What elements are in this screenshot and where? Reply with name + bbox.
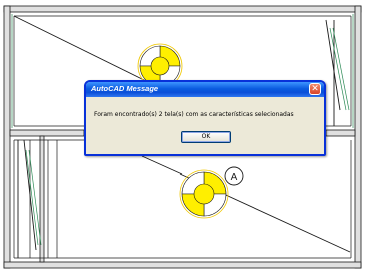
ok-button[interactable]: OK — [181, 131, 231, 143]
dialog-message: Foram encontrado(s) 2 tela(s) com as car… — [94, 111, 294, 118]
dialog-title: AutoCAD Message — [91, 84, 159, 93]
elevation-symbol-bottom — [179, 169, 229, 219]
tag-bubble[interactable]: A — [224, 166, 244, 186]
dialog-titlebar[interactable]: AutoCAD Message ✕ — [86, 82, 324, 97]
autocad-message-dialog[interactable]: AutoCAD Message ✕ Foram encontrado(s) 2 … — [84, 80, 326, 156]
close-icon[interactable]: ✕ — [309, 83, 321, 95]
tag-label: A — [231, 172, 238, 183]
